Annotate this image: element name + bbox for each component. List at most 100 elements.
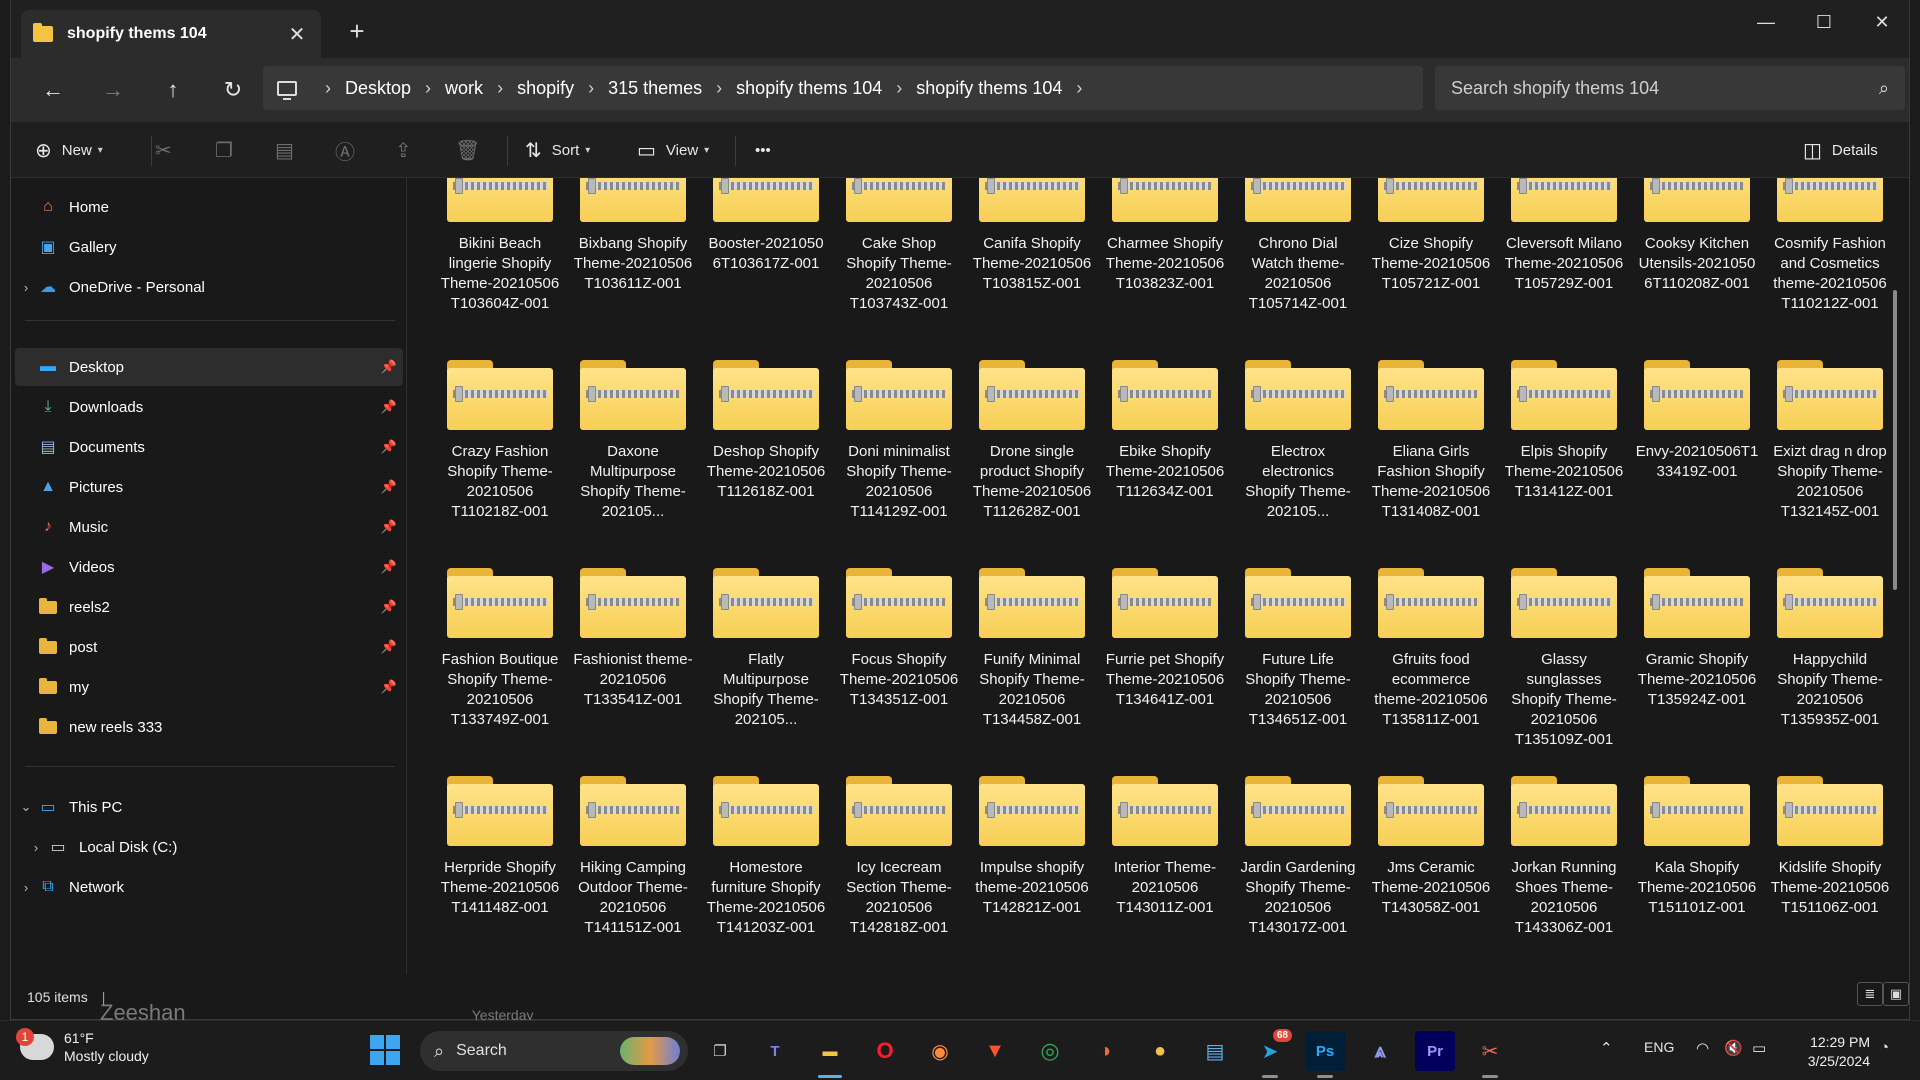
close-button[interactable]: ✕ [1853, 4, 1911, 40]
zip-file-item[interactable]: Canifa Shopify Theme-20210506 T103815Z-0… [970, 178, 1094, 294]
wifi-icon[interactable]: ◠ [1696, 1039, 1709, 1057]
chevron-down-icon[interactable]: ⌄ [15, 799, 37, 815]
brave-icon[interactable]: ▼ [975, 1031, 1015, 1071]
large-icons-view-button[interactable]: ▣ [1883, 982, 1909, 1006]
back-button[interactable]: ← [33, 70, 73, 110]
sidebar-item-pictures[interactable]: ▲ Pictures 📌 [15, 468, 403, 506]
zip-file-item[interactable]: Focus Shopify Theme-20210506 T134351Z-00… [837, 568, 961, 710]
sidebar-item-this-pc[interactable]: ⌄ ▭ This PC [15, 788, 403, 826]
refresh-button[interactable]: ↻ [213, 70, 253, 110]
file-explorer-icon[interactable]: ▬ [810, 1031, 850, 1071]
forward-button[interactable]: → [93, 70, 133, 110]
zip-file-item[interactable]: Cosmify Fashion and Cosmetics theme-2021… [1768, 178, 1892, 314]
sidebar-item-onedrive[interactable]: › ☁ OneDrive - Personal [15, 268, 403, 306]
teams-icon[interactable]: T [755, 1031, 795, 1071]
zip-file-item[interactable]: Exizt drag n drop Shopify Theme-20210506… [1768, 360, 1892, 522]
sidebar-item-music[interactable]: ♪ Music 📌 [15, 508, 403, 546]
breadcrumb-item[interactable]: shopify thems 104 [916, 78, 1062, 99]
zip-file-item[interactable]: Jorkan Running Shoes Theme-20210506 T143… [1502, 776, 1626, 938]
breadcrumb-item[interactable]: 315 themes [608, 78, 702, 99]
address-bar[interactable]: › Desktop › work › shopify › 315 themes … [263, 66, 1423, 110]
tab-close-icon[interactable]: ✕ [285, 22, 309, 47]
opera-icon[interactable]: O [865, 1031, 905, 1071]
zip-file-item[interactable]: Eliana Girls Fashion Shopify Theme-20210… [1369, 360, 1493, 522]
chevron-up-icon[interactable]: ⌃ [1600, 1039, 1613, 1057]
zip-file-item[interactable]: Bikini Beach lingerie Shopify Theme-2021… [438, 178, 562, 314]
notification-bell-icon[interactable]: ◔ [1880, 1039, 1889, 1056]
zip-file-item[interactable]: Glassy sunglasses Shopify Theme-20210506… [1502, 568, 1626, 750]
zip-file-item[interactable]: Drone single product Shopify Theme-20210… [970, 360, 1094, 522]
chevron-right-icon[interactable]: › [325, 78, 331, 99]
sidebar-item-local-disk[interactable]: › ▭ Local Disk (C:) [25, 828, 413, 866]
share-button[interactable]: ⇪ [395, 132, 422, 168]
zip-file-item[interactable]: Jardin Gardening Shopify Theme-20210506 … [1236, 776, 1360, 938]
volume-muted-icon[interactable]: 🔇 [1724, 1039, 1743, 1057]
pin-icon[interactable]: 📌 [381, 479, 397, 495]
new-button[interactable]: ⊕ New ▾ [35, 132, 103, 168]
language-indicator[interactable]: ENG [1644, 1039, 1674, 1055]
vpn-icon[interactable]: ● [1140, 1031, 1180, 1071]
zip-file-item[interactable]: Booster-2021050 6T103617Z-001 [704, 178, 828, 274]
browser-icon[interactable]: ◑ [1085, 1031, 1125, 1071]
zip-file-item[interactable]: Cize Shopify Theme-20210506 T105721Z-001 [1369, 178, 1493, 294]
zip-file-item[interactable]: Furrie pet Shopify Theme-20210506 T13464… [1103, 568, 1227, 710]
chevron-right-icon[interactable]: › [1076, 78, 1082, 99]
firefox-icon[interactable]: ◉ [920, 1031, 960, 1071]
zip-file-item[interactable]: Cleversoft Milano Theme-20210506 T105729… [1502, 178, 1626, 294]
chevron-right-icon[interactable]: › [588, 78, 594, 99]
chevron-right-icon[interactable]: › [896, 78, 902, 99]
zip-file-item[interactable]: Impulse shopify theme-20210506 T142821Z-… [970, 776, 1094, 918]
tab-current-folder[interactable]: shopify thems 104 ✕ [21, 10, 321, 58]
premiere-icon[interactable]: Pr [1415, 1031, 1455, 1071]
zip-file-item[interactable]: Doni minimalist Shopify Theme-20210506 T… [837, 360, 961, 522]
details-view-button[interactable]: ≣ [1857, 982, 1883, 1006]
sidebar-item-my[interactable]: my 📌 [15, 668, 403, 706]
sidebar-item-network[interactable]: › ⧉ Network [15, 868, 403, 906]
chevron-right-icon[interactable]: › [15, 880, 37, 895]
taskbar-search[interactable]: ⌕ Search [420, 1031, 688, 1071]
sidebar-item-gallery[interactable]: ▣ Gallery [15, 228, 403, 266]
zip-file-item[interactable]: Homestore furniture Shopify Theme-202105… [704, 776, 828, 938]
zip-file-item[interactable]: Elpis Shopify Theme-20210506 T131412Z-00… [1502, 360, 1626, 502]
breadcrumb-item[interactable]: Desktop [345, 78, 411, 99]
zip-file-item[interactable]: Kidslife Shopify Theme-20210506 T151106Z… [1768, 776, 1892, 918]
more-options-button[interactable]: ••• [755, 132, 771, 168]
up-button[interactable]: ↑ [153, 70, 193, 110]
zip-file-item[interactable]: Hiking Camping Outdoor Theme-20210506 T1… [571, 776, 695, 938]
sidebar-item-new-reels-333[interactable]: new reels 333 [15, 708, 403, 746]
paste-button[interactable]: ▤ [275, 132, 304, 168]
chevron-right-icon[interactable]: › [497, 78, 503, 99]
sort-button[interactable]: ⇅ Sort ▾ [525, 132, 590, 168]
zip-file-item[interactable]: Kala Shopify Theme-20210506 T151101Z-001 [1635, 776, 1759, 918]
sidebar-item-desktop[interactable]: ▬ Desktop 📌 [15, 348, 403, 386]
zip-file-item[interactable]: Deshop Shopify Theme-20210506 T112618Z-0… [704, 360, 828, 502]
notepad-icon[interactable]: ▤ [1195, 1031, 1235, 1071]
delete-button[interactable]: 🗑 [455, 132, 490, 168]
pin-icon[interactable]: 📌 [381, 439, 397, 455]
zip-file-item[interactable]: Electrox electronics Shopify Theme-20210… [1236, 360, 1360, 522]
snipping-tool-icon[interactable]: ✂ [1470, 1031, 1510, 1071]
view-button[interactable]: ▭ View ▾ [637, 132, 709, 168]
pin-icon[interactable]: 📌 [381, 639, 397, 655]
zip-file-item[interactable]: Cake Shop Shopify Theme-20210506 T103743… [837, 178, 961, 314]
breadcrumb-item[interactable]: shopify thems 104 [736, 78, 882, 99]
breadcrumb-item[interactable]: shopify [517, 78, 574, 99]
task-view-icon[interactable]: ❐ [700, 1031, 740, 1071]
chevron-right-icon[interactable]: › [25, 840, 47, 855]
zip-file-item[interactable]: Envy-20210506T1 33419Z-001 [1635, 360, 1759, 482]
zip-file-item[interactable]: Future Life Shopify Theme-20210506 T1346… [1236, 568, 1360, 730]
photoshop-icon[interactable]: Ps [1305, 1031, 1345, 1071]
sidebar-item-videos[interactable]: ▶ Videos 📌 [15, 548, 403, 586]
zip-file-item[interactable]: Daxone Multipurpose Shopify Theme-202105… [571, 360, 695, 522]
pin-icon[interactable]: 📌 [381, 559, 397, 575]
new-tab-button[interactable]: + [341, 18, 373, 44]
sidebar-item-post[interactable]: post 📌 [15, 628, 403, 666]
start-button[interactable] [370, 1035, 400, 1065]
cut-button[interactable]: ✂ [155, 132, 182, 168]
telegram-icon[interactable]: ➤ 68 [1250, 1029, 1292, 1071]
breadcrumb-item[interactable]: work [445, 78, 483, 99]
zip-file-item[interactable]: Flatly Multipurpose Shopify Theme-202105… [704, 568, 828, 730]
zip-file-item[interactable]: Gfruits food ecommerce theme-20210506 T1… [1369, 568, 1493, 730]
zip-file-item[interactable]: Fashionist theme-20210506 T133541Z-001 [571, 568, 695, 710]
zip-file-item[interactable]: Herpride Shopify Theme-20210506 T141148Z… [438, 776, 562, 918]
